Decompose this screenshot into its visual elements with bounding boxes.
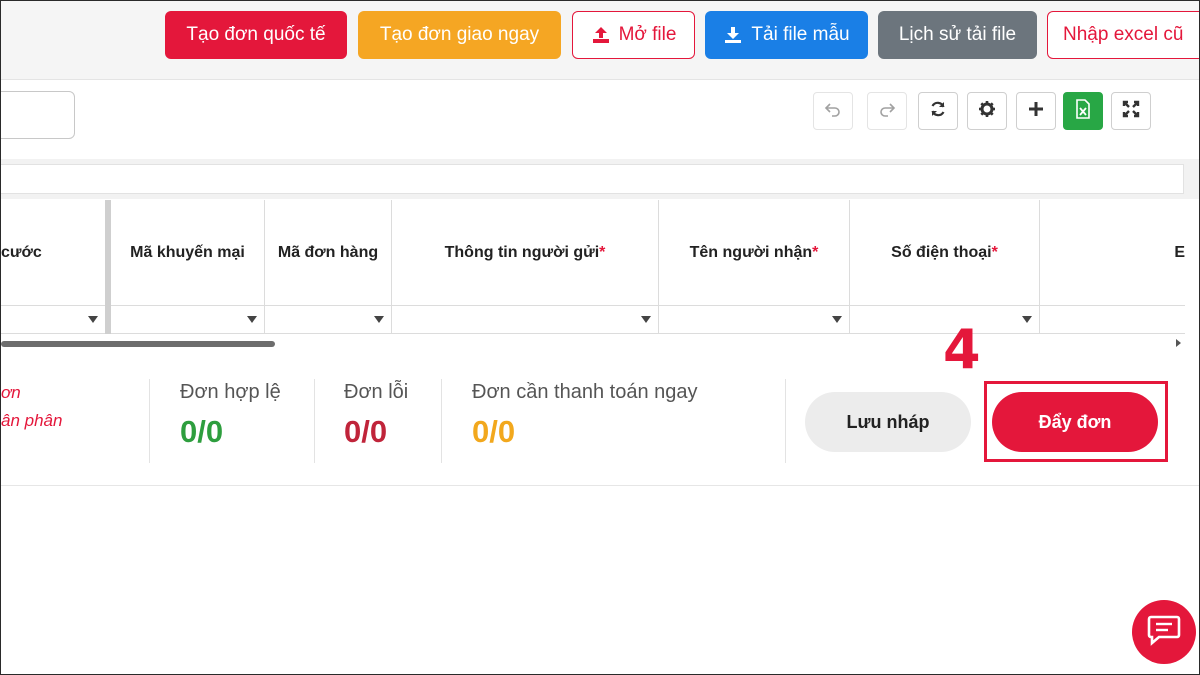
save-draft-button[interactable]: Lưu nháp [805,392,971,452]
chat-icon [1147,614,1181,651]
caret-down-icon[interactable] [832,316,842,323]
pay-now-orders-label: Đơn cần thanh toán ngay [472,381,698,403]
column-header[interactable]: E [1040,200,1185,306]
error-orders-stat: Đơn lỗi 0/0 [344,381,408,450]
divider [149,379,150,463]
create-fast-delivery-order-button[interactable]: Tạo đơn giao ngay [358,11,561,59]
grid-filter-strip [1,159,1199,199]
divider [785,379,786,463]
redo-button[interactable] [867,92,907,130]
valid-orders-stat: Đơn hợp lệ 0/0 [180,381,281,450]
column-filter[interactable] [265,306,391,334]
divider [441,379,442,463]
column-filter[interactable] [392,306,658,334]
gear-icon [978,100,996,123]
error-orders-label: Đơn lỗi [344,381,409,403]
column-header[interactable]: Số điện thoại * [850,200,1039,306]
column-filter[interactable] [1,306,105,334]
order-grid: cước Mã khuyến mại Mã đơn hàng Thông tin… [1,200,1185,334]
pay-now-orders-stat: Đơn cần thanh toán ngay 0/0 [472,381,698,450]
column-header-label: Tên người nhận [689,243,813,261]
caret-down-icon[interactable] [1022,316,1032,323]
refresh-button[interactable] [918,92,958,130]
refresh-icon [929,100,947,123]
required-mark: * [991,243,998,261]
highlight-box-annotation [984,381,1168,462]
summary-note-line2: ân phân [1,411,63,430]
column-header[interactable]: Mã đơn hàng [265,200,391,306]
download-template-label: Tải file mẫu [751,24,850,45]
caret-down-icon[interactable] [374,316,384,323]
top-action-bar: Tạo đơn quốc tế Tạo đơn giao ngay Mở fil… [1,1,1199,80]
caret-down-icon[interactable] [88,316,98,323]
error-orders-value: 0/0 [344,414,388,449]
add-row-button[interactable] [1016,92,1056,130]
upload-icon [591,26,611,44]
pay-now-orders-value: 0/0 [472,414,516,449]
column-filter[interactable] [111,306,264,334]
column-header-label: Mã đơn hàng [277,243,379,261]
column-header[interactable]: Tên người nhận * [659,200,849,306]
horizontal-scrollbar[interactable] [1,341,275,347]
import-old-excel-label: Nhập excel cũ [1063,24,1184,45]
fullscreen-button[interactable] [1111,92,1151,130]
column-header[interactable]: cước [1,200,105,306]
create-fast-delivery-order-label: Tạo đơn giao ngay [379,24,540,45]
undo-button[interactable] [813,92,853,130]
grid-column: Thông tin người gửi * [392,200,659,334]
upload-history-button[interactable]: Lịch sử tải file [878,11,1037,59]
import-old-excel-button[interactable]: Nhập excel cũ [1047,11,1199,59]
search-input[interactable] [1,91,75,139]
excel-icon [1075,98,1091,124]
scroll-right-arrow-icon[interactable] [1176,339,1181,347]
column-header-label: Số điện thoại [891,243,992,261]
summary-note-line1: ơn [1,383,21,402]
undo-icon [824,101,842,122]
column-header-label: Thông tin người gửi [444,243,600,261]
grid-column: Tên người nhận * [659,200,850,334]
grid-column: cước [1,200,106,334]
download-icon [723,26,743,44]
valid-orders-value: 0/0 [180,414,224,449]
chat-button[interactable] [1132,600,1196,664]
export-excel-button[interactable] [1063,92,1103,130]
grid-filter-input[interactable] [1,164,1184,194]
grid-column: Mã đơn hàng [265,200,392,334]
plus-icon [1028,101,1044,122]
column-header-label: Mã khuyến mại [130,243,245,261]
create-international-order-label: Tạo đơn quốc tế [186,24,326,45]
grid-column: Mã khuyến mại [111,200,265,334]
open-file-label: Mở file [618,24,677,45]
required-mark: * [599,243,606,261]
column-header-label: E [1174,243,1185,261]
order-summary: ơn ân phân Đơn hợp lệ 0/0 Đơn lỗi 0/0 Đơ… [1,361,1199,486]
column-header[interactable]: Thông tin người gửi * [392,200,658,306]
required-mark: * [812,243,819,261]
settings-button[interactable] [967,92,1007,130]
create-international-order-button[interactable]: Tạo đơn quốc tế [165,11,347,59]
upload-history-label: Lịch sử tải file [898,24,1017,45]
download-template-button[interactable]: Tải file mẫu [705,11,868,59]
app-window: Tạo đơn quốc tế Tạo đơn giao ngay Mở fil… [0,0,1200,675]
fullscreen-icon [1122,100,1140,123]
column-filter[interactable] [659,306,849,334]
column-filter[interactable] [1040,306,1185,334]
divider [314,379,315,463]
open-file-button[interactable]: Mở file [572,11,695,59]
column-header-label: cước [1,243,42,261]
grid-column: E [1040,200,1185,334]
caret-down-icon[interactable] [247,316,257,323]
frozen-column-divider[interactable] [105,200,111,334]
redo-icon [878,101,896,122]
caret-down-icon[interactable] [641,316,651,323]
valid-orders-label: Đơn hợp lệ [180,381,281,403]
grid-column: Số điện thoại * [850,200,1040,334]
column-header[interactable]: Mã khuyến mại [111,200,264,306]
